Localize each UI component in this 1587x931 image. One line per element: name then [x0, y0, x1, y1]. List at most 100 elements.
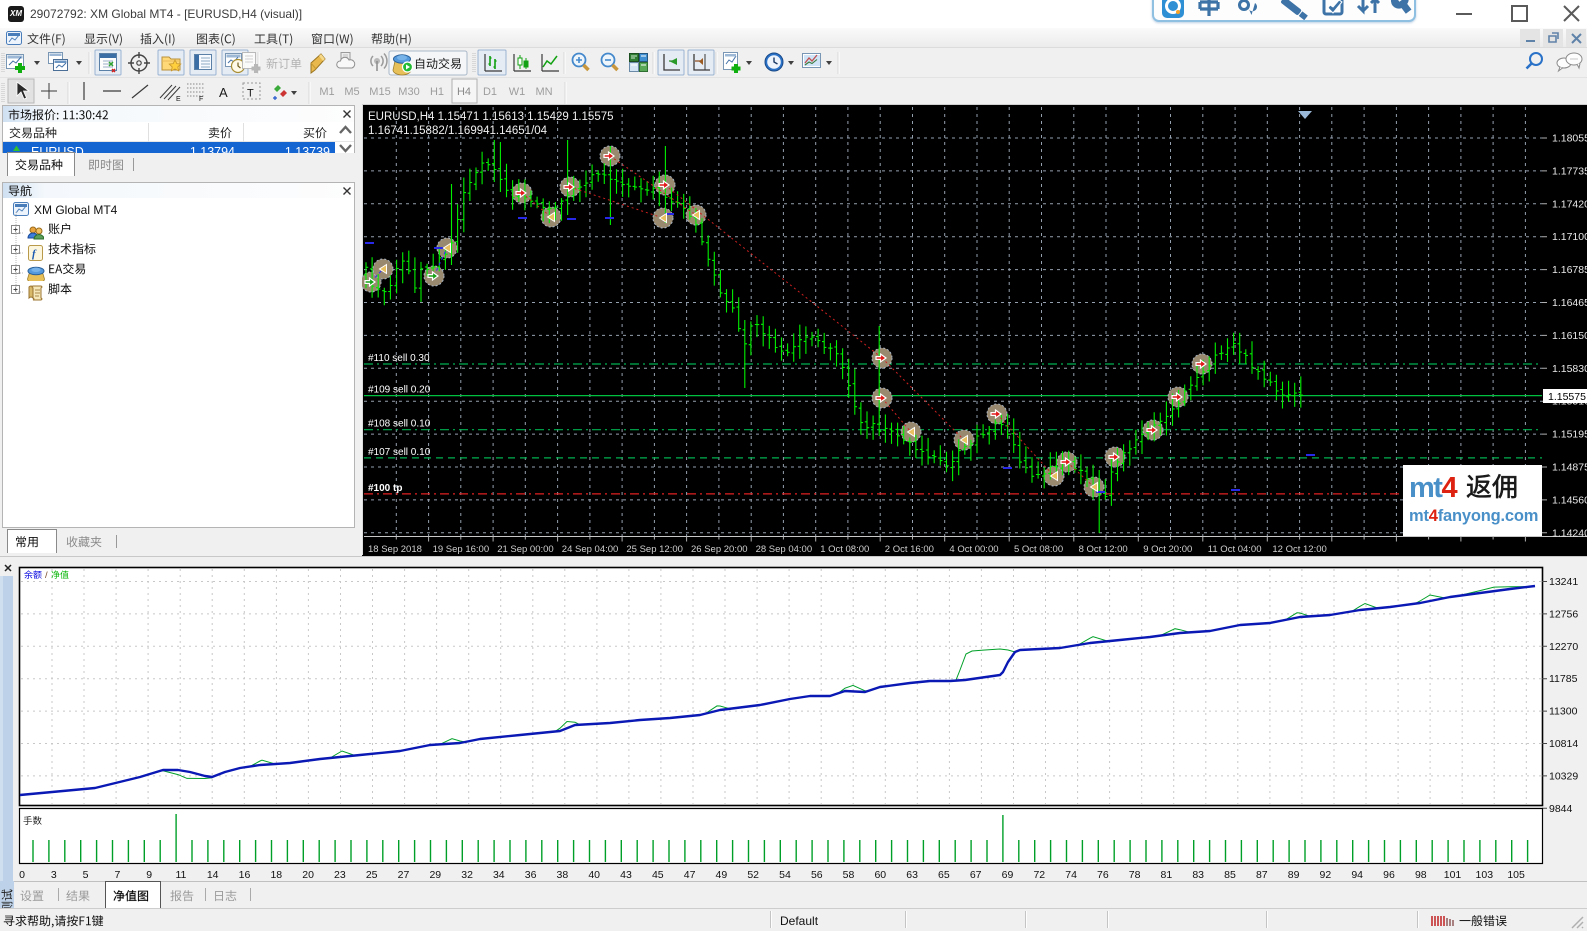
svg-text:26 Sep 20:00: 26 Sep 20:00: [691, 544, 748, 555]
svg-text:E: E: [176, 96, 181, 103]
svg-text:12270: 12270: [1549, 641, 1578, 653]
svg-text:47: 47: [684, 869, 696, 881]
svg-text:#110 sell 0.30: #110 sell 0.30: [368, 353, 430, 364]
svg-text:mt4fanyong.com: mt4fanyong.com: [1409, 507, 1538, 525]
svg-text:98: 98: [1415, 869, 1427, 881]
svg-text:5 Oct 08:00: 5 Oct 08:00: [1014, 544, 1063, 555]
svg-text:1.14560: 1.14560: [1552, 494, 1587, 506]
svg-text:52: 52: [747, 869, 759, 881]
svg-text:13241: 13241: [1549, 576, 1578, 588]
svg-text:76: 76: [1097, 869, 1109, 881]
svg-text:#107 sell 0.10: #107 sell 0.10: [368, 447, 431, 458]
svg-text:89: 89: [1288, 869, 1300, 881]
svg-text:2 Oct 16:00: 2 Oct 16:00: [885, 544, 934, 555]
svg-text:18 Sep 2018: 18 Sep 2018: [368, 544, 422, 555]
svg-text:5: 5: [83, 869, 89, 881]
svg-text:78: 78: [1129, 869, 1141, 881]
svg-text:16: 16: [239, 869, 251, 881]
svg-text:14: 14: [207, 869, 219, 881]
svg-text:M5: M5: [344, 86, 359, 98]
svg-text:4 Oct 00:00: 4 Oct 00:00: [949, 544, 998, 555]
svg-text:1.17420: 1.17420: [1552, 198, 1587, 210]
svg-text:58: 58: [843, 869, 855, 881]
svg-text:10814: 10814: [1549, 738, 1578, 750]
svg-text:1.17735: 1.17735: [1552, 165, 1587, 177]
svg-text:85: 85: [1224, 869, 1236, 881]
svg-text:11 Oct 04:00: 11 Oct 04:00: [1208, 544, 1262, 555]
svg-text:56: 56: [811, 869, 823, 881]
svg-text:40: 40: [588, 869, 600, 881]
svg-text:H1: H1: [430, 86, 444, 98]
svg-text:1.14240: 1.14240: [1552, 527, 1587, 539]
svg-text:105: 105: [1507, 869, 1525, 881]
svg-text:12 Oct 12:00: 12 Oct 12:00: [1272, 544, 1326, 555]
svg-text:MN: MN: [535, 86, 552, 98]
svg-text:mt4: mt4: [1409, 472, 1457, 504]
svg-text:81: 81: [1161, 869, 1173, 881]
svg-text:65: 65: [938, 869, 950, 881]
svg-text:1.15195: 1.15195: [1552, 429, 1587, 441]
svg-text:103: 103: [1476, 869, 1494, 881]
svg-text:29: 29: [429, 869, 441, 881]
svg-text:A: A: [219, 85, 228, 100]
svg-text:10329: 10329: [1549, 770, 1578, 782]
svg-text:M15: M15: [369, 86, 390, 98]
svg-text:1.15830: 1.15830: [1552, 363, 1587, 375]
svg-text:T: T: [247, 88, 254, 100]
svg-text:34: 34: [493, 869, 505, 881]
svg-text:24 Sep 04:00: 24 Sep 04:00: [562, 544, 619, 555]
svg-text:11785: 11785: [1549, 673, 1578, 685]
svg-text:/: /: [45, 570, 48, 581]
svg-text:1.18055: 1.18055: [1552, 133, 1587, 145]
svg-text:7: 7: [114, 869, 120, 881]
svg-text:EURUSD,H4 1.15471 1.15613 1.1: EURUSD,H4 1.15471 1.15613 1.15429 1.1557…: [368, 111, 614, 123]
svg-text:#108 sell 0.10: #108 sell 0.10: [368, 419, 431, 430]
svg-text:M30: M30: [398, 86, 419, 98]
svg-text:1.17100: 1.17100: [1552, 231, 1587, 243]
svg-text:28 Sep 04:00: 28 Sep 04:00: [756, 544, 813, 555]
svg-text:96: 96: [1383, 869, 1395, 881]
svg-text:12756: 12756: [1549, 608, 1578, 620]
svg-text:32: 32: [461, 869, 473, 881]
svg-text:45: 45: [652, 869, 664, 881]
svg-text:87: 87: [1256, 869, 1268, 881]
svg-text:25 Sep 12:00: 25 Sep 12:00: [626, 544, 683, 555]
svg-text:19 Sep 16:00: 19 Sep 16:00: [433, 544, 490, 555]
svg-text:1.15575: 1.15575: [1548, 391, 1586, 403]
svg-text:43: 43: [620, 869, 632, 881]
svg-text:D1: D1: [483, 86, 497, 98]
svg-text:H4: H4: [457, 86, 471, 98]
svg-text:#109 sell 0.20: #109 sell 0.20: [368, 385, 431, 396]
svg-text:11: 11: [175, 869, 186, 881]
svg-text:1.16785: 1.16785: [1552, 264, 1587, 276]
svg-text:67: 67: [970, 869, 982, 881]
svg-text:83: 83: [1192, 869, 1204, 881]
svg-text:101: 101: [1444, 869, 1462, 881]
svg-text:0: 0: [19, 869, 25, 881]
svg-text:36: 36: [525, 869, 537, 881]
svg-text:60: 60: [874, 869, 886, 881]
svg-text:18: 18: [270, 869, 282, 881]
svg-text:1.16741.15882/1.169941.14651/0: 1.16741.15882/1.169941.14651/04: [368, 125, 548, 137]
svg-text:92: 92: [1320, 869, 1332, 881]
svg-text:63: 63: [906, 869, 918, 881]
svg-text:8 Oct 12:00: 8 Oct 12:00: [1079, 544, 1128, 555]
svg-text:9844: 9844: [1549, 803, 1573, 815]
svg-text:38: 38: [557, 869, 569, 881]
svg-text:11300: 11300: [1549, 706, 1578, 718]
svg-text:3: 3: [51, 869, 57, 881]
svg-text:20: 20: [302, 869, 314, 881]
svg-text:27: 27: [398, 869, 410, 881]
svg-text:#100 tp: #100 tp: [368, 483, 402, 494]
svg-text:F: F: [199, 96, 203, 103]
svg-text:1.16465: 1.16465: [1552, 297, 1587, 309]
svg-text:54: 54: [779, 869, 791, 881]
svg-text:9 Oct 20:00: 9 Oct 20:00: [1143, 544, 1192, 555]
svg-text:W1: W1: [509, 86, 526, 98]
svg-text:21 Sep 00:00: 21 Sep 00:00: [497, 544, 554, 555]
svg-text:74: 74: [1065, 869, 1077, 881]
svg-text:1.16150: 1.16150: [1552, 330, 1587, 342]
svg-text:94: 94: [1351, 869, 1363, 881]
svg-text:69: 69: [1002, 869, 1014, 881]
svg-text:M1: M1: [319, 86, 334, 98]
